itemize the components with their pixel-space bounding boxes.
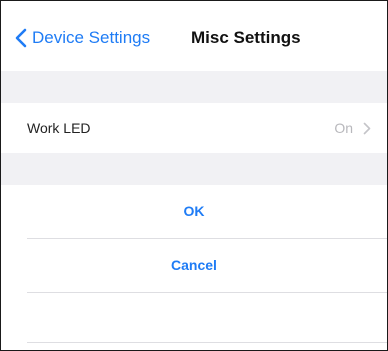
chevron-right-icon [363, 122, 371, 135]
work-led-row[interactable]: Work LED On [1, 103, 387, 153]
chevron-left-icon [15, 28, 27, 48]
cancel-button-label: Cancel [171, 257, 217, 273]
misc-settings-screen: Device Settings Misc Settings Work LED O… [0, 0, 388, 351]
ok-button-label: OK [183, 203, 205, 219]
separator [27, 342, 387, 343]
cancel-button[interactable]: Cancel [1, 239, 387, 291]
ok-button[interactable]: OK [1, 185, 387, 237]
work-led-label: Work LED [27, 120, 91, 136]
section-spacer [1, 153, 387, 185]
section-spacer [1, 71, 387, 103]
navigation-bar: Device Settings Misc Settings [1, 1, 387, 71]
back-button[interactable]: Device Settings [14, 28, 150, 48]
back-button-label: Device Settings [32, 28, 151, 47]
separator [27, 292, 387, 293]
work-led-value: On [334, 120, 353, 136]
page-title: Misc Settings [191, 28, 301, 47]
